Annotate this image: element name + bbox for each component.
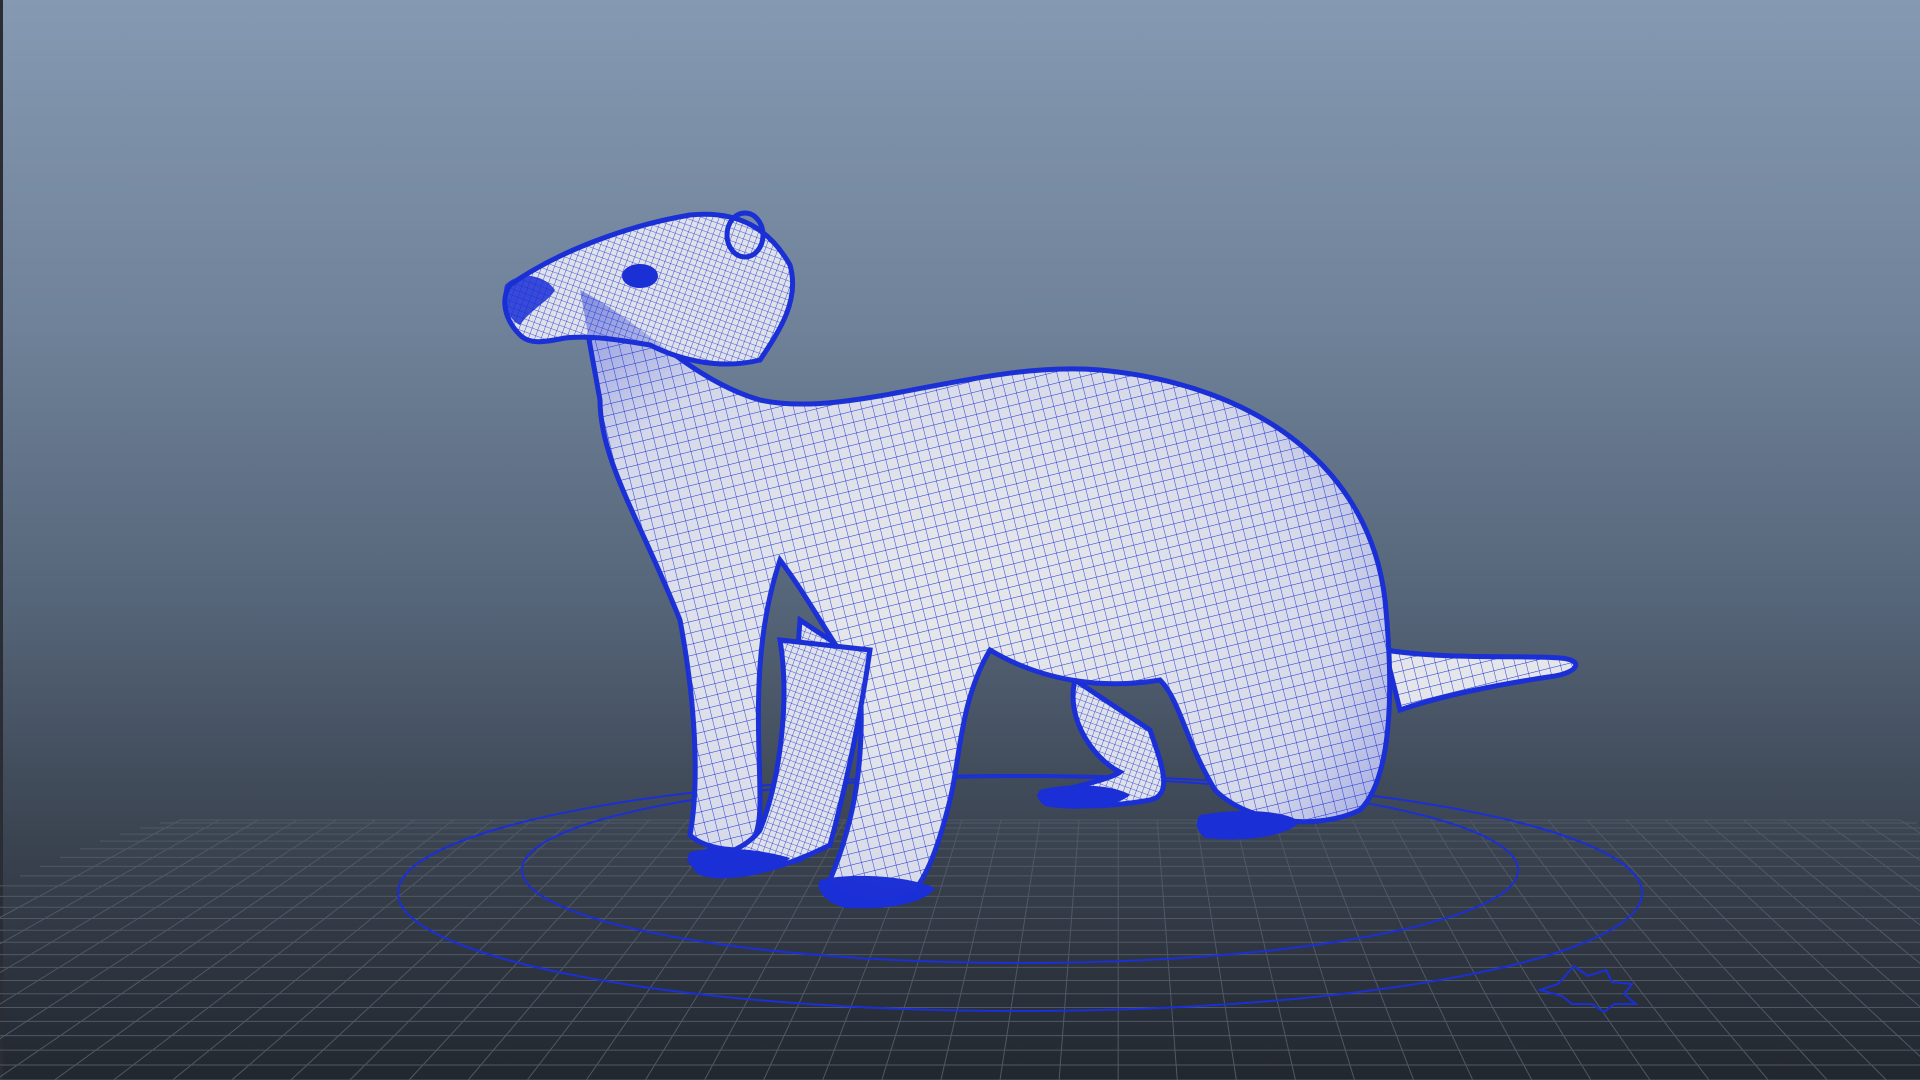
- ground-grid: [0, 819, 1920, 1080]
- grid-line: [1508, 819, 1710, 1080]
- grid-line: [1743, 819, 1920, 964]
- grid-line: [1821, 819, 1920, 892]
- inner-circle-control[interactable]: [521, 776, 1519, 964]
- grid-line: [467, 819, 689, 1080]
- grid-line: [1313, 819, 1415, 1080]
- grid-line: [113, 819, 454, 1080]
- grid-line: [999, 819, 1041, 1080]
- grid-line: [0, 819, 181, 919]
- grid-line: [0, 819, 298, 1005]
- grid-line: [1665, 819, 1920, 1058]
- grid-line: [1195, 819, 1237, 1080]
- body-shading: [580, 290, 1390, 900]
- grid-line: [0, 819, 376, 1078]
- viewport-scene[interactable]: [0, 0, 1920, 1080]
- grid-line: [0, 819, 337, 1040]
- tail: [1381, 646, 1578, 714]
- grid-line: [1626, 819, 1887, 1080]
- outer-circle-control[interactable]: [397, 774, 1643, 1012]
- grid-line: [1547, 819, 1769, 1080]
- grid-line: [349, 819, 611, 1080]
- grid-line: [1782, 819, 1920, 926]
- grid-line: [1704, 819, 1920, 1008]
- star-control[interactable]: [1536, 964, 1639, 1014]
- grid-line: [1058, 819, 1080, 1080]
- 3d-viewport[interactable]: [0, 0, 1920, 1080]
- grid-line: [1860, 819, 1920, 862]
- grid-line: [0, 819, 259, 974]
- eye: [622, 264, 658, 288]
- grid-line: [1156, 819, 1178, 1080]
